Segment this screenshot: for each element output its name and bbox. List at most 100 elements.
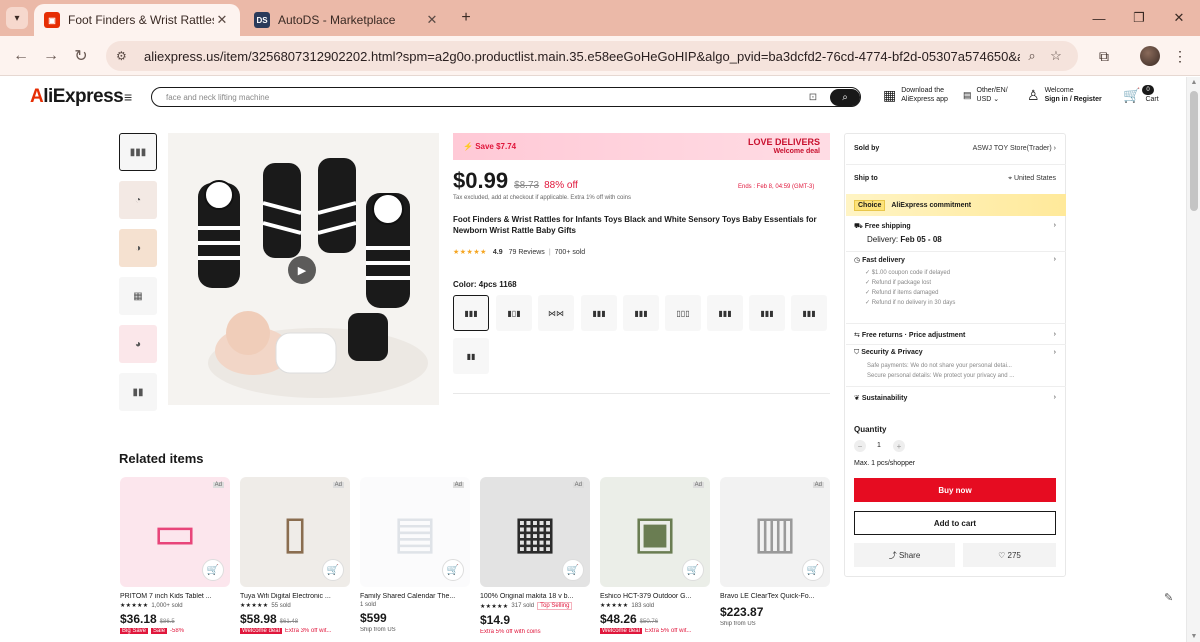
related-item-name[interactable]: PRITOM 7 inch Kids Tablet ...	[120, 593, 230, 600]
deal-badge: Big Save	[120, 628, 149, 634]
edit-icon[interactable]: ✎	[1164, 591, 1173, 604]
related-item-name[interactable]: 100% Original makita 18 v b...	[480, 593, 590, 600]
add-to-cart-button[interactable]: Add to cart	[854, 511, 1056, 535]
close-tab-icon[interactable]: ✕	[214, 12, 230, 28]
browser-menu-icon[interactable]: ⋮	[1170, 46, 1190, 66]
color-swatch[interactable]: ▮▮▮	[707, 295, 743, 331]
sold-by-row[interactable]: Sold by ASWJ TOY Store(Trader) ›	[854, 145, 1056, 152]
add-to-cart-icon[interactable]: 🛒	[802, 559, 824, 581]
add-to-cart-icon[interactable]: 🛒	[562, 559, 584, 581]
related-item-card[interactable]: ▭ Ad 🛒 PRITOM 7 inch Kids Tablet ... ★★★★★ 1,…	[120, 477, 230, 634]
cart-icon: 🛒	[1123, 86, 1141, 103]
related-item-card[interactable]: ▣ Ad 🛒 Eshico HCT-379 Outdoor G... ★★★★★ 183 …	[600, 477, 710, 634]
related-item-card[interactable]: ▯ Ad 🛒 Tuya Wifi Digital Electronic ... ★★★★…	[240, 477, 350, 634]
add-to-cart-icon[interactable]: 🛒	[322, 559, 344, 581]
url-text[interactable]: aliexpress.us/item/3256807312902202.html…	[144, 49, 1020, 64]
ship-to-row[interactable]: Ship to ⌖ United States	[854, 175, 1056, 182]
sold-count: 1 sold	[360, 602, 377, 608]
thumbnail-image[interactable]: ◑	[119, 229, 157, 267]
search-bar[interactable]: face and neck lifting machine ⊡ ⌕	[151, 87, 861, 107]
search-button[interactable]: ⌕	[830, 88, 860, 106]
thumbnail-image[interactable]: ▮▮	[119, 373, 157, 411]
color-swatch[interactable]: ▮▮▮	[791, 295, 827, 331]
related-item-card[interactable]: ▥ Ad 🛒 Bravo LE ClearTex Quick-Fo... $223.87…	[720, 477, 830, 627]
quantity-increase-button[interactable]: +	[893, 440, 905, 452]
quantity-label: Quantity	[854, 425, 887, 434]
reviews-link[interactable]: 79 Reviews	[509, 249, 545, 256]
buy-now-button[interactable]: Buy now	[854, 478, 1056, 502]
color-swatch[interactable]: ▮▮▮	[581, 295, 617, 331]
add-to-cart-icon[interactable]: 🛒	[442, 559, 464, 581]
zoom-icon[interactable]: ⌕	[1020, 48, 1044, 64]
forward-button[interactable]: →	[40, 45, 62, 67]
aliexpress-logo[interactable]: AliExpress	[30, 86, 124, 108]
quantity-value[interactable]: 1	[877, 442, 887, 449]
thumbnail-image[interactable]: ◕	[119, 325, 157, 363]
thumbnail-image[interactable]: ▦	[119, 277, 157, 315]
color-swatch[interactable]: ▮▮▮	[749, 295, 785, 331]
new-tab-button[interactable]: +	[456, 8, 476, 28]
back-button[interactable]: ←	[10, 45, 32, 67]
color-swatch[interactable]: ▯▯▯	[665, 295, 701, 331]
image-search-icon[interactable]: ⊡	[804, 92, 822, 103]
thumbnail-image[interactable]: ▮▮▮	[119, 133, 157, 171]
page-scrollbar[interactable]: ▲ ▼	[1186, 77, 1200, 642]
related-item-name[interactable]: Tuya Wifi Digital Electronic ...	[240, 593, 350, 600]
security-row[interactable]: ⛉ Security & Privacy ›	[854, 349, 1056, 357]
related-item-name[interactable]: Eshico HCT-379 Outdoor G...	[600, 593, 710, 600]
sustainability-row[interactable]: ❦ Sustainability ›	[854, 394, 1056, 402]
scrollbar-thumb[interactable]	[1190, 91, 1198, 211]
bookmark-star-icon[interactable]: ☆	[1044, 48, 1068, 64]
tab-aliexpress[interactable]: ▣ Foot Finders & Wrist Rattles for ✕	[34, 4, 240, 36]
thumbnail-image[interactable]: ◔	[119, 181, 157, 219]
related-item-image[interactable]: ▤ Ad 🛒	[360, 477, 470, 587]
color-swatch[interactable]: ▮▮▮	[453, 295, 489, 331]
locale-selector[interactable]: ▤ Other/EN/USD ⌄	[963, 86, 1008, 104]
profile-avatar[interactable]	[1140, 46, 1160, 66]
address-bar[interactable]: ⚙ aliexpress.us/item/3256807312902202.ht…	[106, 41, 1078, 71]
related-item-card[interactable]: ▦ Ad 🛒 100% Original makita 18 v b... ★★★★★ 3…	[480, 477, 590, 635]
add-to-cart-icon[interactable]: 🛒	[202, 559, 224, 581]
related-item-image[interactable]: ▦ Ad 🛒	[480, 477, 590, 587]
related-item-name[interactable]: Bravo LE ClearTex Quick-Fo...	[720, 593, 830, 600]
color-label: Color: 4pcs 1168	[453, 280, 517, 289]
add-to-cart-icon[interactable]: 🛒	[682, 559, 704, 581]
tab-autods[interactable]: DS AutoDS - Marketplace ✕	[244, 4, 450, 36]
minimize-button[interactable]: —	[1084, 8, 1114, 28]
scroll-up-icon[interactable]: ▲	[1187, 79, 1200, 86]
wishlist-button[interactable]: ♡ 275	[963, 543, 1056, 567]
related-item-promo: Welcome deal Extra 3% off wit...	[240, 628, 350, 634]
close-tab-icon[interactable]: ✕	[424, 12, 440, 28]
rating-stars-icon: ★★★★★	[120, 603, 149, 609]
color-swatch[interactable]: ▮▯▮	[496, 295, 532, 331]
site-settings-icon[interactable]: ⚙	[116, 49, 134, 63]
download-app[interactable]: ▦ Download the AliExpress app	[883, 86, 948, 104]
restore-button[interactable]: ❐	[1124, 8, 1154, 28]
quantity-decrease-button[interactable]: −	[854, 440, 866, 452]
color-swatch[interactable]: ▮▮	[453, 338, 489, 374]
categories-menu-icon[interactable]: ≡	[124, 89, 132, 105]
free-returns-row[interactable]: ⇆ Free returns · Price adjustment ›	[854, 331, 1056, 339]
color-swatch[interactable]: ▮▮▮	[623, 295, 659, 331]
reload-button[interactable]: ↻	[70, 45, 92, 67]
share-button[interactable]: ⤴ Share	[854, 543, 955, 567]
related-item-promo: Ship from US	[720, 621, 830, 627]
related-item-image[interactable]: ▯ Ad 🛒	[240, 477, 350, 587]
color-swatch[interactable]: ⋈⋈	[538, 295, 574, 331]
search-input[interactable]: face and neck lifting machine	[166, 93, 804, 102]
tab-search-button[interactable]: ▾	[6, 7, 28, 29]
related-item-name[interactable]: Family Shared Calendar The...	[360, 593, 470, 600]
play-video-icon[interactable]: ▶	[288, 256, 316, 284]
account-menu[interactable]: ♙ Welcome Sign in / Register	[1027, 86, 1102, 104]
shipping-row[interactable]: ⛟ Free shipping ›	[854, 222, 1056, 231]
extensions-icon[interactable]: ⧉	[1094, 46, 1114, 66]
product-thumbnail-icon: ▦	[513, 506, 557, 558]
related-item-image[interactable]: ▥ Ad 🛒	[720, 477, 830, 587]
related-item-card[interactable]: ▤ Ad 🛒 Family Shared Calendar The... 1 sold $…	[360, 477, 470, 633]
related-item-image[interactable]: ▣ Ad 🛒	[600, 477, 710, 587]
related-item-image[interactable]: ▭ Ad 🛒	[120, 477, 230, 587]
fast-delivery-row[interactable]: ◷ Fast delivery ›	[854, 256, 1056, 264]
close-window-button[interactable]: ✕	[1164, 8, 1194, 28]
scroll-down-icon[interactable]: ▼	[1187, 633, 1200, 640]
store-name[interactable]: ASWJ TOY Store(Trader)	[973, 145, 1052, 152]
